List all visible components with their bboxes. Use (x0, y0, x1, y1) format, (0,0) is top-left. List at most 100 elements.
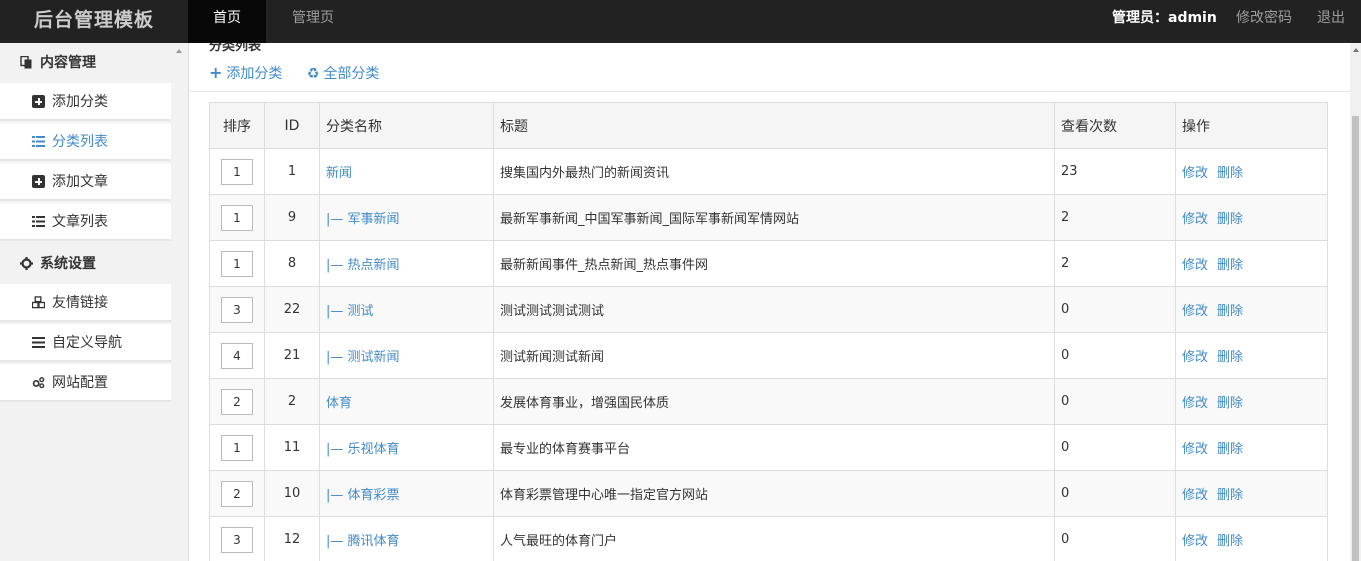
edit-link[interactable]: 修改 (1182, 258, 1208, 273)
logout-link[interactable]: 退出 (1317, 0, 1345, 43)
category-name-cell: |— 测试新闻 (319, 332, 494, 379)
title-cell: 最新新闻事件_热点新闻_热点事件网 (493, 240, 1055, 287)
page-title: 分类列表 (209, 43, 262, 54)
sidebar-section-settings[interactable]: 系统设置 (0, 245, 171, 283)
id-cell: 1 (264, 148, 320, 195)
sidebar-item-add-category[interactable]: 添加分类 (0, 83, 171, 121)
delete-link[interactable]: 删除 (1217, 488, 1243, 503)
edit-link[interactable]: 修改 (1182, 350, 1208, 365)
order-input[interactable]: 3 (221, 526, 253, 553)
category-name-cell: |— 腾讯体育 (319, 516, 494, 561)
category-name-link[interactable]: |— 乐视体育 (326, 442, 400, 457)
sidebar-item-custom-nav[interactable]: 自定义导航 (0, 324, 171, 362)
title-cell: 搜集国内外最热门的新闻资讯 (493, 148, 1055, 195)
category-name-link[interactable]: |— 军事新闻 (326, 212, 400, 227)
sidebar-item-site-config[interactable]: 网站配置 (0, 364, 171, 402)
title-cell: 测试新闻测试新闻 (493, 332, 1055, 379)
title-cell: 最新军事新闻_中国军事新闻_国际军事新闻军情网站 (493, 194, 1055, 241)
order-input[interactable]: 3 (221, 296, 253, 323)
table-row: 2 2 体育 发展体育事业，增强国民体质 0 修改 删除 (209, 378, 1328, 425)
delete-link[interactable]: 删除 (1217, 212, 1243, 227)
category-name-link[interactable]: 体育 (326, 396, 352, 411)
order-input[interactable]: 1 (221, 250, 253, 277)
sidebar-item-label: 添加文章 (52, 174, 108, 190)
order-input[interactable]: 1 (221, 434, 253, 461)
tab-home[interactable]: 首页 (188, 0, 266, 43)
title-cell: 最专业的体育赛事平台 (493, 424, 1055, 471)
all-categories-button[interactable]: ♻ 全部分类 (307, 66, 380, 82)
order-cell: 3 (209, 286, 265, 333)
order-input[interactable]: 1 (221, 158, 253, 185)
order-cell: 2 (209, 378, 265, 425)
sidebar-item-article-list[interactable]: 文章列表 (0, 203, 171, 241)
edit-link[interactable]: 修改 (1182, 488, 1208, 503)
category-name-link[interactable]: |— 测试新闻 (326, 350, 400, 365)
edit-link[interactable]: 修改 (1182, 304, 1208, 319)
admin-user-label[interactable]: 管理员：admin (1112, 0, 1217, 43)
order-input[interactable]: 1 (221, 204, 253, 231)
scroll-up-icon[interactable] (1353, 48, 1359, 52)
views-cell: 23 (1054, 148, 1176, 195)
table-row: 1 9 |— 军事新闻 最新军事新闻_中国军事新闻_国际军事新闻军情网站 2 修改 删除 (209, 194, 1328, 241)
title-cell: 体育彩票管理中心唯一指定官方网站 (493, 470, 1055, 517)
id-cell: 10 (264, 470, 320, 517)
table-row: 1 1 新闻 搜集国内外最热门的新闻资讯 23 修改 删除 (209, 148, 1328, 195)
id-cell: 21 (264, 332, 320, 379)
views-cell: 0 (1054, 516, 1176, 561)
delete-link[interactable]: 删除 (1217, 258, 1243, 273)
sidebar-section-content[interactable]: 内容管理 (0, 44, 171, 82)
delete-link[interactable]: 删除 (1217, 442, 1243, 457)
header-title: 标题 (493, 102, 1055, 149)
cubes-icon (32, 296, 45, 309)
table-row: 1 8 |— 热点新闻 最新新闻事件_热点新闻_热点事件网 2 修改 删除 (209, 240, 1328, 287)
sidebar-item-category-list[interactable]: 分类列表 (0, 123, 171, 161)
category-name-link[interactable]: 新闻 (326, 166, 352, 181)
order-input[interactable]: 4 (221, 342, 253, 369)
views-cell: 0 (1054, 332, 1176, 379)
category-table: 排序 ID 分类名称 标题 查看次数 操作 1 1 新闻 搜集国内外最热门的新闻资讯 2… (209, 102, 1328, 561)
order-input[interactable]: 2 (221, 480, 253, 507)
sidebar-item-label: 自定义导航 (52, 335, 122, 351)
delete-link[interactable]: 删除 (1217, 166, 1243, 181)
sidebar-item-friend-links[interactable]: 友情链接 (0, 284, 171, 322)
views-cell: 0 (1054, 286, 1176, 333)
delete-link[interactable]: 删除 (1217, 396, 1243, 411)
views-cell: 0 (1054, 424, 1176, 471)
delete-link[interactable]: 删除 (1217, 350, 1243, 365)
delete-link[interactable]: 删除 (1217, 304, 1243, 319)
page-scrollbar[interactable] (1350, 43, 1361, 561)
gear-icon (20, 257, 33, 270)
sidebar-section-title: 内容管理 (40, 55, 96, 71)
sidebar-item-add-article[interactable]: 添加文章 (0, 163, 171, 201)
delete-link[interactable]: 删除 (1217, 534, 1243, 549)
main-content: 分类列表 + 添加分类 ♻ 全部分类 排序 ID 分类名称 标题 查看次数 操作 1… (189, 43, 1350, 561)
edit-link[interactable]: 修改 (1182, 212, 1208, 227)
change-password-link[interactable]: 修改密码 (1236, 0, 1292, 43)
id-cell: 11 (264, 424, 320, 471)
all-categories-label: 全部分类 (323, 66, 380, 82)
sidebar-item-label: 友情链接 (52, 295, 108, 311)
edit-link[interactable]: 修改 (1182, 534, 1208, 549)
header-order: 排序 (209, 102, 265, 149)
scrollbar-thumb[interactable] (1352, 116, 1359, 561)
category-name-link[interactable]: |— 体育彩票 (326, 488, 400, 503)
brand-logo[interactable]: 后台管理模板 (0, 0, 188, 43)
category-name-link[interactable]: |— 热点新闻 (326, 258, 400, 273)
actions-cell: 修改 删除 (1175, 378, 1328, 425)
sidebar-item-label: 分类列表 (52, 134, 108, 150)
sidebar-section-title: 系统设置 (40, 256, 96, 272)
edit-link[interactable]: 修改 (1182, 442, 1208, 457)
order-input[interactable]: 2 (221, 388, 253, 415)
sidebar-item-label: 网站配置 (52, 375, 108, 391)
category-name-link[interactable]: |— 测试 (326, 304, 374, 319)
category-name-link[interactable]: |— 腾讯体育 (326, 534, 400, 549)
order-cell: 1 (209, 148, 265, 195)
edit-link[interactable]: 修改 (1182, 396, 1208, 411)
edit-link[interactable]: 修改 (1182, 166, 1208, 181)
tab-manage[interactable]: 管理页 (267, 0, 359, 43)
title-cell: 人气最旺的体育门户 (493, 516, 1055, 561)
add-category-button[interactable]: + 添加分类 (209, 63, 282, 82)
order-cell: 2 (209, 470, 265, 517)
table-row: 2 10 |— 体育彩票 体育彩票管理中心唯一指定官方网站 0 修改 删除 (209, 470, 1328, 517)
sidebar-scroll-up-icon[interactable] (176, 49, 182, 53)
